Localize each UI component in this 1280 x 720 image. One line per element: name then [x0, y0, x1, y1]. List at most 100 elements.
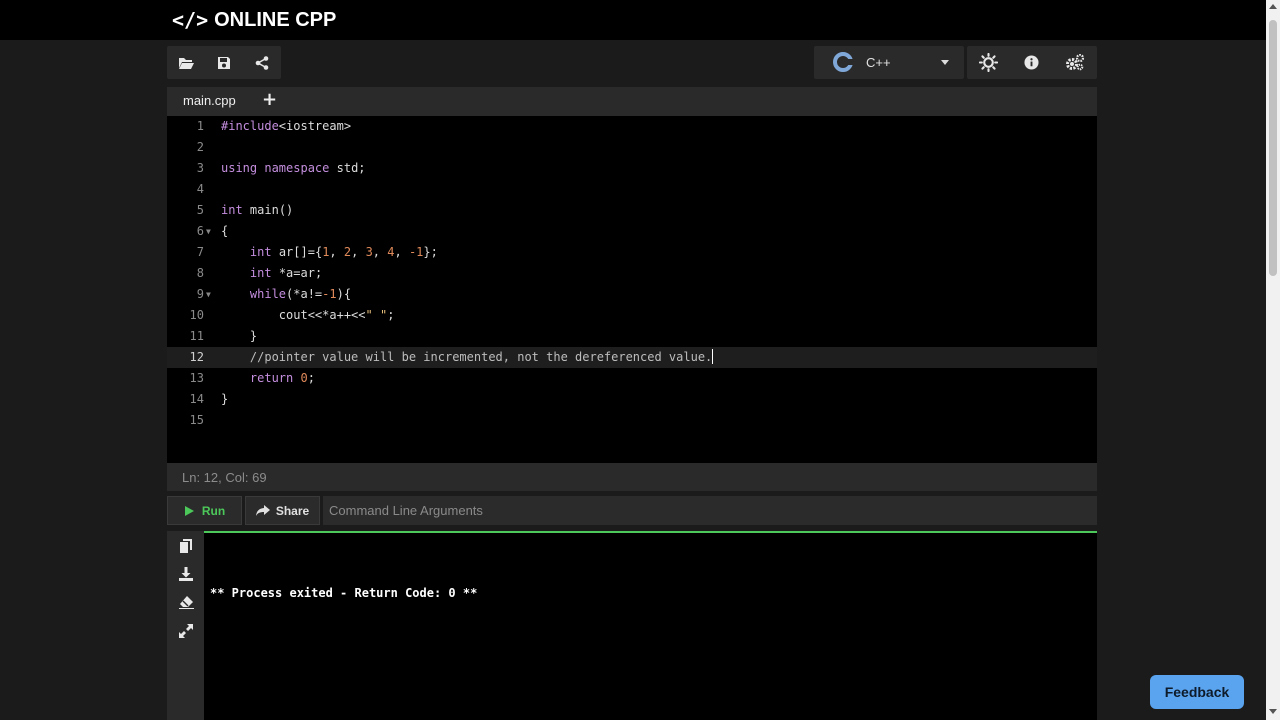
- code-line: 8 int *a=ar;: [167, 263, 1097, 284]
- code-token: };: [423, 245, 438, 259]
- line-number: 14: [189, 392, 204, 406]
- editor-status-bar: Ln: 12, Col: 69: [167, 463, 1097, 491]
- code-token: 3: [365, 245, 373, 259]
- line-number: 9: [196, 287, 204, 301]
- line-number: 10: [189, 308, 204, 322]
- text-cursor: [712, 349, 714, 364]
- code-line: 9 ▼ while(*a!=-1){: [167, 284, 1097, 305]
- code-line: 5 int main(): [167, 200, 1097, 221]
- code-token: #include: [221, 119, 279, 133]
- brand-logo[interactable]: </> ONLINE CPP: [172, 8, 336, 32]
- command-line-arguments-input[interactable]: [323, 496, 1097, 525]
- settings-button[interactable]: [1056, 46, 1094, 79]
- file-tabs: main.cpp +: [167, 87, 1097, 116]
- code-token: int: [249, 245, 272, 259]
- line-number: 11: [189, 329, 204, 343]
- code-token: int: [221, 203, 243, 217]
- code-editor[interactable]: 1 #include<iostream> 2 3 using namespace…: [167, 116, 1097, 463]
- code-token: int: [249, 266, 272, 280]
- line-number: 12: [189, 350, 204, 364]
- code-token: <iostream>: [278, 119, 352, 133]
- feedback-button[interactable]: Feedback: [1150, 675, 1244, 709]
- play-icon: [184, 505, 194, 516]
- cursor-position: Ln: 12, Col: 69: [182, 470, 267, 485]
- fold-arrow-icon[interactable]: ▼: [206, 221, 211, 242]
- folder-open-icon: [178, 57, 194, 69]
- copy-output-button[interactable]: [177, 537, 195, 555]
- code-line: 13 return 0;: [167, 368, 1097, 389]
- code-line: 15: [167, 410, 1097, 431]
- scrollbar-thumb[interactable]: [1269, 20, 1277, 276]
- tab-main-cpp[interactable]: main.cpp: [183, 93, 236, 108]
- code-line: 1 #include<iostream>: [167, 116, 1097, 137]
- code-token: {: [221, 224, 229, 238]
- add-tab-button[interactable]: +: [262, 89, 277, 110]
- code-token: ar[]={: [278, 245, 323, 259]
- code-token: std;: [336, 161, 366, 175]
- run-button[interactable]: Run: [167, 496, 242, 525]
- line-number: 4: [196, 182, 204, 196]
- info-button[interactable]: [1013, 46, 1051, 79]
- share-link-button[interactable]: [243, 46, 281, 79]
- share-arrow-icon: [255, 505, 270, 516]
- share-label: Share: [275, 503, 310, 518]
- code-line: 4: [167, 179, 1097, 200]
- file-toolbar: [167, 46, 281, 79]
- language-label: C++: [866, 55, 891, 70]
- code-token: " ": [365, 308, 388, 322]
- line-number: 13: [189, 371, 204, 385]
- eraser-icon: [178, 595, 194, 609]
- code-token: 2: [343, 245, 352, 259]
- download-icon: [179, 567, 193, 581]
- line-number: 1: [196, 119, 204, 133]
- code-token: while: [249, 287, 287, 301]
- info-icon: [1024, 55, 1040, 70]
- code-token: (*a!=: [286, 287, 323, 301]
- page-scrollbar[interactable]: [1266, 0, 1280, 720]
- code-token: cout<<*a++<<: [278, 308, 366, 322]
- line-number: 3: [196, 161, 204, 175]
- fold-arrow-icon[interactable]: ▼: [206, 284, 211, 305]
- theme-toggle-button[interactable]: [970, 46, 1008, 79]
- line-number: 5: [196, 203, 204, 217]
- line-number: 15: [189, 413, 204, 427]
- output-console[interactable]: ** Process exited - Return Code: 0 **: [204, 531, 1097, 720]
- code-line: 7 int ar[]={1, 2, 3, 4, -1};: [167, 242, 1097, 263]
- top-bar: </> ONLINE CPP: [0, 0, 1266, 40]
- code-line: 11 }: [167, 326, 1097, 347]
- code-token: 1: [322, 245, 330, 259]
- code-token: ;: [307, 371, 315, 385]
- line-number: 7: [196, 245, 204, 259]
- save-file-button[interactable]: [205, 46, 243, 79]
- brand-name: ONLINE CPP: [214, 8, 337, 31]
- code-line: 10 cout<<*a++<<" ";: [167, 305, 1097, 326]
- code-line-active: 12 //pointer value will be incremented, …: [167, 347, 1097, 368]
- code-line: 2: [167, 137, 1097, 158]
- code-brackets-icon: </>: [172, 8, 209, 32]
- code-line: 14 }: [167, 389, 1097, 410]
- output-toolbar: [167, 531, 204, 720]
- cpp-logo-icon: [833, 52, 853, 72]
- scroll-up-arrow-icon[interactable]: [1269, 4, 1277, 9]
- download-output-button[interactable]: [177, 565, 195, 583]
- code-comment: //pointer value will be incremented, not…: [249, 350, 713, 364]
- clear-output-button[interactable]: [177, 593, 195, 611]
- open-file-button[interactable]: [167, 46, 205, 79]
- save-icon: [218, 56, 230, 69]
- expand-icon: [179, 624, 193, 638]
- code-token: -1: [322, 287, 337, 301]
- code-token: 4: [387, 245, 395, 259]
- scroll-down-arrow-icon[interactable]: [1269, 709, 1277, 714]
- expand-output-button[interactable]: [177, 622, 195, 640]
- gears-icon: [1066, 54, 1085, 71]
- code-token: using: [221, 161, 258, 175]
- code-token: 0: [300, 371, 308, 385]
- code-token: ;: [387, 308, 395, 322]
- run-label: Run: [201, 503, 226, 518]
- code-token: namespace: [264, 161, 330, 175]
- share-button[interactable]: Share: [245, 496, 320, 525]
- line-number: 8: [196, 266, 204, 280]
- output-text: ** Process exited - Return Code: 0 **: [210, 586, 478, 600]
- code-token: *a=ar;: [278, 266, 323, 280]
- code-token: ){: [336, 287, 352, 301]
